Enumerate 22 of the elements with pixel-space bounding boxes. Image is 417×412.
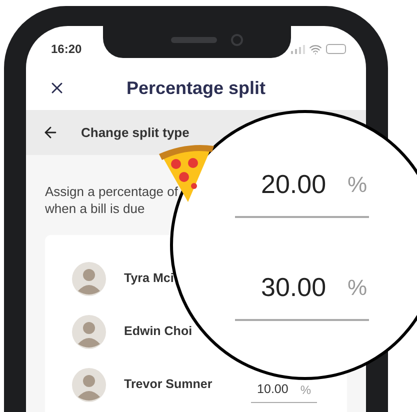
avatar-icon bbox=[72, 368, 106, 402]
description-text: Assign a percentage of bbox=[45, 183, 178, 200]
member-name: Edwin Choi bbox=[124, 323, 194, 340]
member-name: Tyra Mci bbox=[124, 270, 175, 288]
description-text: when a bill is due bbox=[45, 200, 145, 217]
speaker-grille bbox=[171, 37, 217, 43]
avatar-icon bbox=[72, 314, 106, 348]
percent-sign: % bbox=[347, 171, 367, 199]
percentage-field[interactable]: 30.00 % bbox=[235, 268, 369, 321]
avatar-icon bbox=[72, 262, 106, 296]
change-split-label: Change split type bbox=[81, 124, 190, 142]
member-name: Trevor Sumner bbox=[124, 376, 214, 394]
back-button[interactable] bbox=[42, 124, 59, 141]
camera-lens bbox=[231, 34, 243, 46]
percentage-field[interactable]: 20.00 % bbox=[235, 165, 369, 218]
status-time: 16:20 bbox=[51, 41, 82, 58]
screen-title: Percentage split bbox=[126, 76, 266, 100]
battery-icon bbox=[326, 44, 346, 54]
percent-sign: % bbox=[347, 274, 367, 302]
percent-sign: % bbox=[300, 382, 311, 398]
wifi-icon bbox=[309, 42, 322, 56]
signal-icon bbox=[291, 44, 305, 54]
